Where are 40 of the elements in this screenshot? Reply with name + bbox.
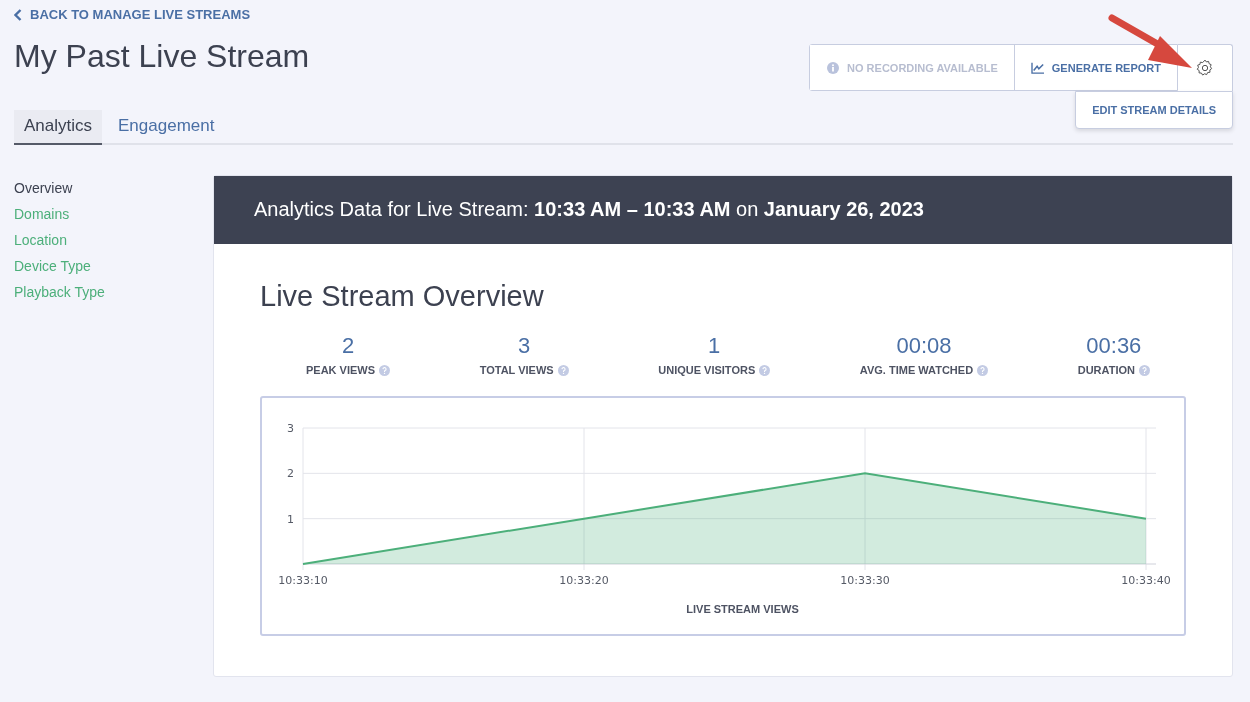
help-icon[interactable] <box>759 364 771 376</box>
back-link[interactable]: BACK TO MANAGE LIVE STREAMS <box>14 7 310 22</box>
stat-label: PEAK VIEWS <box>306 364 376 376</box>
help-icon[interactable] <box>1138 364 1150 376</box>
sidebar-item[interactable]: Domains <box>14 206 213 223</box>
tab[interactable]: Analytics <box>14 110 103 145</box>
stat-value: 1 <box>708 333 721 359</box>
sidebar-item[interactable]: Device Type <box>14 258 213 275</box>
x-tick-label: 10:33:30 <box>840 574 890 587</box>
help-icon[interactable] <box>977 364 989 376</box>
y-tick-label: 2 <box>287 467 294 481</box>
x-tick-label: 10:33:40 <box>1121 574 1171 587</box>
settings-icon <box>1195 58 1215 78</box>
y-tick-label: 3 <box>287 422 294 435</box>
y-tick-label: 1 <box>287 512 294 526</box>
stat-value: 3 <box>518 333 531 359</box>
help-icon[interactable] <box>557 364 569 376</box>
stat-label: UNIQUE VISITORS <box>658 364 756 376</box>
x-axis-title: LIVE STREAM VIEWS <box>686 603 799 615</box>
menu-item[interactable]: EDIT STREAM DETAILS <box>1092 104 1216 116</box>
stat-label: DURATION <box>1077 364 1135 376</box>
chevron-left-icon <box>14 8 22 21</box>
stat-value: 2 <box>341 333 355 359</box>
tab[interactable]: Engagement <box>108 110 225 145</box>
info-icon <box>826 61 841 74</box>
page-title: My Past Live Stream <box>14 38 310 75</box>
stat-value: 00:36 <box>1086 333 1142 359</box>
stat-label: TOTAL VIEWS <box>479 364 554 376</box>
line-chart-icon <box>1030 61 1045 74</box>
section-title: Live Stream Overview <box>260 280 545 313</box>
sidebar-item[interactable]: Overview <box>14 180 213 197</box>
panel-header: Analytics Data for Live Stream: 10:33 AM – 10:33 AM on January 26, 2023 <box>214 176 1232 244</box>
settings-button[interactable] <box>1178 44 1233 91</box>
sidebar-item[interactable]: Playback Type <box>14 284 213 301</box>
stat-label: AVG. TIME WATCHED <box>859 364 974 376</box>
x-tick-label: 10:33:10 <box>278 574 328 587</box>
sidebar-item[interactable]: Location <box>14 232 213 249</box>
x-tick-label: 10:33:20 <box>559 574 609 587</box>
stat-value: 00:08 <box>896 333 952 359</box>
help-icon[interactable] <box>379 364 391 376</box>
